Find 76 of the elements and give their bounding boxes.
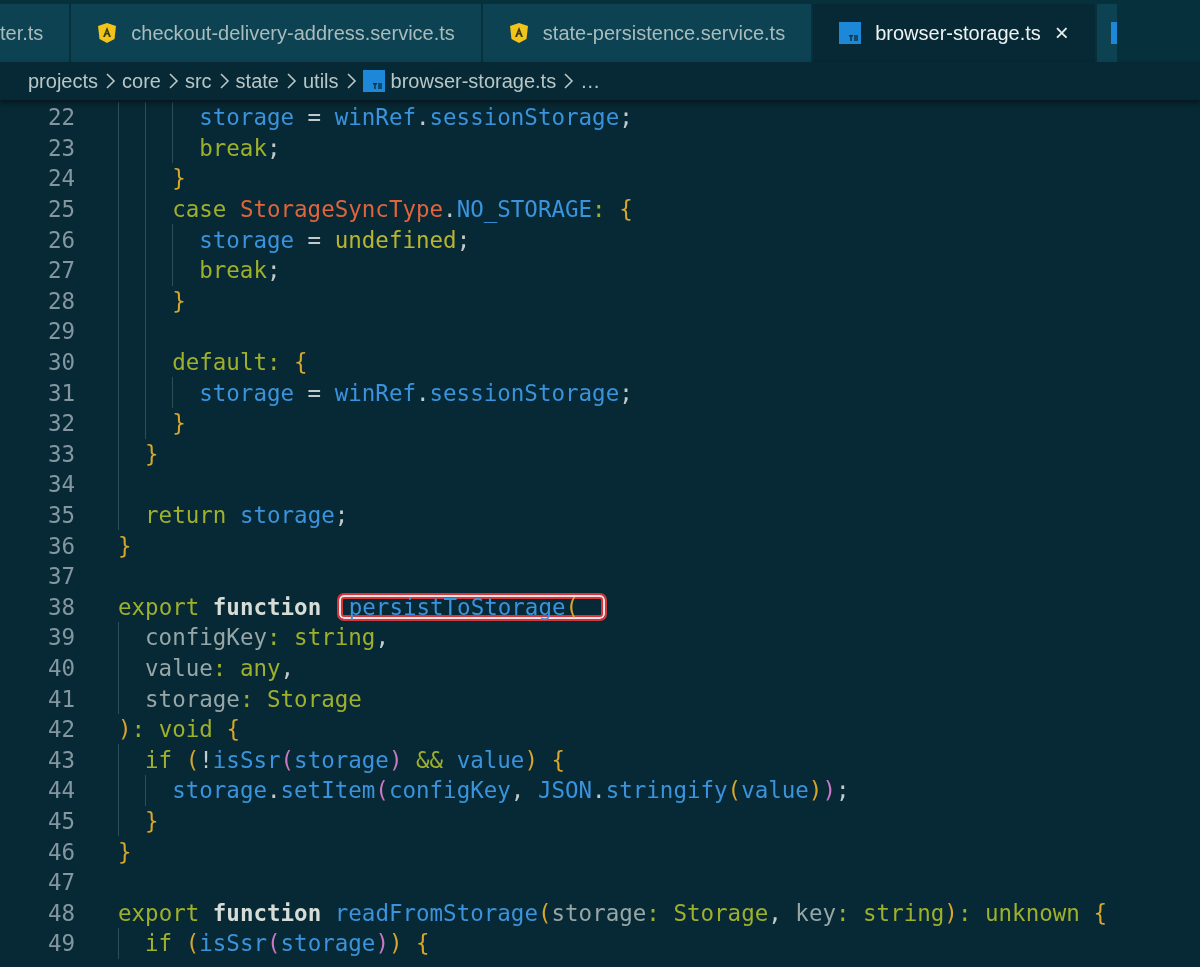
code-line: } xyxy=(118,837,132,867)
line-number: 48 xyxy=(46,899,75,926)
chevron-icon xyxy=(562,72,575,90)
chevron-icon xyxy=(166,72,179,90)
line-number: 45 xyxy=(46,807,75,834)
chevron-icon xyxy=(284,72,297,90)
file-icon xyxy=(839,22,862,44)
code-line: storage.setItem(configKey, JSON.stringify(value)); xyxy=(172,776,850,806)
breadcrumb-item[interactable]: browser-storage.ts xyxy=(390,69,557,93)
line-number: 38 xyxy=(46,593,75,620)
breadcrumb-item[interactable]: state xyxy=(235,69,279,93)
breadcrumb-item[interactable]: core xyxy=(122,69,161,93)
code-line: } xyxy=(172,164,186,194)
breadcrumb-item[interactable]: … xyxy=(580,69,601,93)
line-number: 44 xyxy=(46,777,75,804)
line-number: 42 xyxy=(46,716,75,743)
line-number: 39 xyxy=(46,624,75,651)
code-line: storage = winRef.sessionStorage; xyxy=(199,378,633,408)
editor-tab[interactable]: state-persistence.service.ts xyxy=(482,4,812,62)
code-line: } xyxy=(145,439,159,469)
line-number: 31 xyxy=(46,379,75,406)
editor-tab[interactable]: checkout-delivery-address.service.ts xyxy=(71,4,481,62)
line-number: 40 xyxy=(46,655,75,681)
breadcrumb-item[interactable]: src xyxy=(184,69,212,93)
line-number: 22 xyxy=(46,104,75,131)
chevron-icon xyxy=(104,72,117,90)
code-line: storage = winRef.sessionStorage; xyxy=(199,103,633,133)
line-number: 47 xyxy=(46,869,75,896)
code-line: } xyxy=(145,806,159,836)
code-line: } xyxy=(172,409,186,439)
code-line: export function persistToStorage( xyxy=(118,591,608,623)
line-number: 29 xyxy=(46,318,75,345)
line-number: 43 xyxy=(46,746,75,773)
code-line: default: { xyxy=(172,348,308,378)
line-number: 28 xyxy=(46,287,75,314)
code-line: break; xyxy=(199,256,281,286)
chevron-icon xyxy=(217,72,230,90)
code-line: case StorageSyncType.NO_STORAGE: { xyxy=(172,195,633,225)
line-number: 24 xyxy=(46,165,75,192)
code-line: if (!isSsr(storage) && value) { xyxy=(145,745,566,775)
line-number: 46 xyxy=(46,838,75,865)
file-icon xyxy=(362,70,385,92)
code-line: storage = undefined; xyxy=(199,225,471,255)
line-number: 36 xyxy=(46,532,75,559)
breadcrumb-item[interactable]: utils xyxy=(302,69,339,93)
line-number: 32 xyxy=(46,410,75,437)
code-line: export function readFromStorage(storage: Storage, key: string): unknown { xyxy=(118,898,1107,928)
editor-tab[interactable]: ter.ts xyxy=(0,4,70,62)
code-line: return storage; xyxy=(145,501,349,530)
line-number: 30 xyxy=(46,349,75,376)
code-line: break; xyxy=(199,133,281,163)
code-line: } xyxy=(172,286,186,316)
line-number: 33 xyxy=(46,440,75,467)
line-number: 26 xyxy=(46,226,75,253)
chevron-icon xyxy=(344,72,357,90)
line-number: 49 xyxy=(46,930,75,957)
code-line: configKey: string, xyxy=(145,623,389,653)
tab-edge[interactable] xyxy=(1096,4,1117,62)
line-number: 41 xyxy=(46,685,75,712)
line-number: 27 xyxy=(46,257,75,284)
breadcrumb-item[interactable]: projects xyxy=(28,69,99,93)
code-line: ): void { xyxy=(118,715,240,745)
code-line: storage: Storage xyxy=(145,684,362,714)
shield-icon xyxy=(97,22,118,44)
line-number: 34 xyxy=(46,471,75,498)
code-line: } xyxy=(118,531,132,561)
file-icon xyxy=(1110,22,1117,44)
code-line: if (isSsr(storage)) { xyxy=(145,929,430,959)
close-icon[interactable]: × xyxy=(1054,19,1069,47)
code-line: value: any, xyxy=(145,654,295,683)
shield-icon xyxy=(508,22,529,44)
line-number: 23 xyxy=(46,134,75,161)
line-number: 37 xyxy=(46,563,75,590)
editor-tab[interactable]: browser-storage.ts × xyxy=(813,4,1095,62)
line-number: 35 xyxy=(46,502,75,528)
line-number: 25 xyxy=(46,196,75,223)
